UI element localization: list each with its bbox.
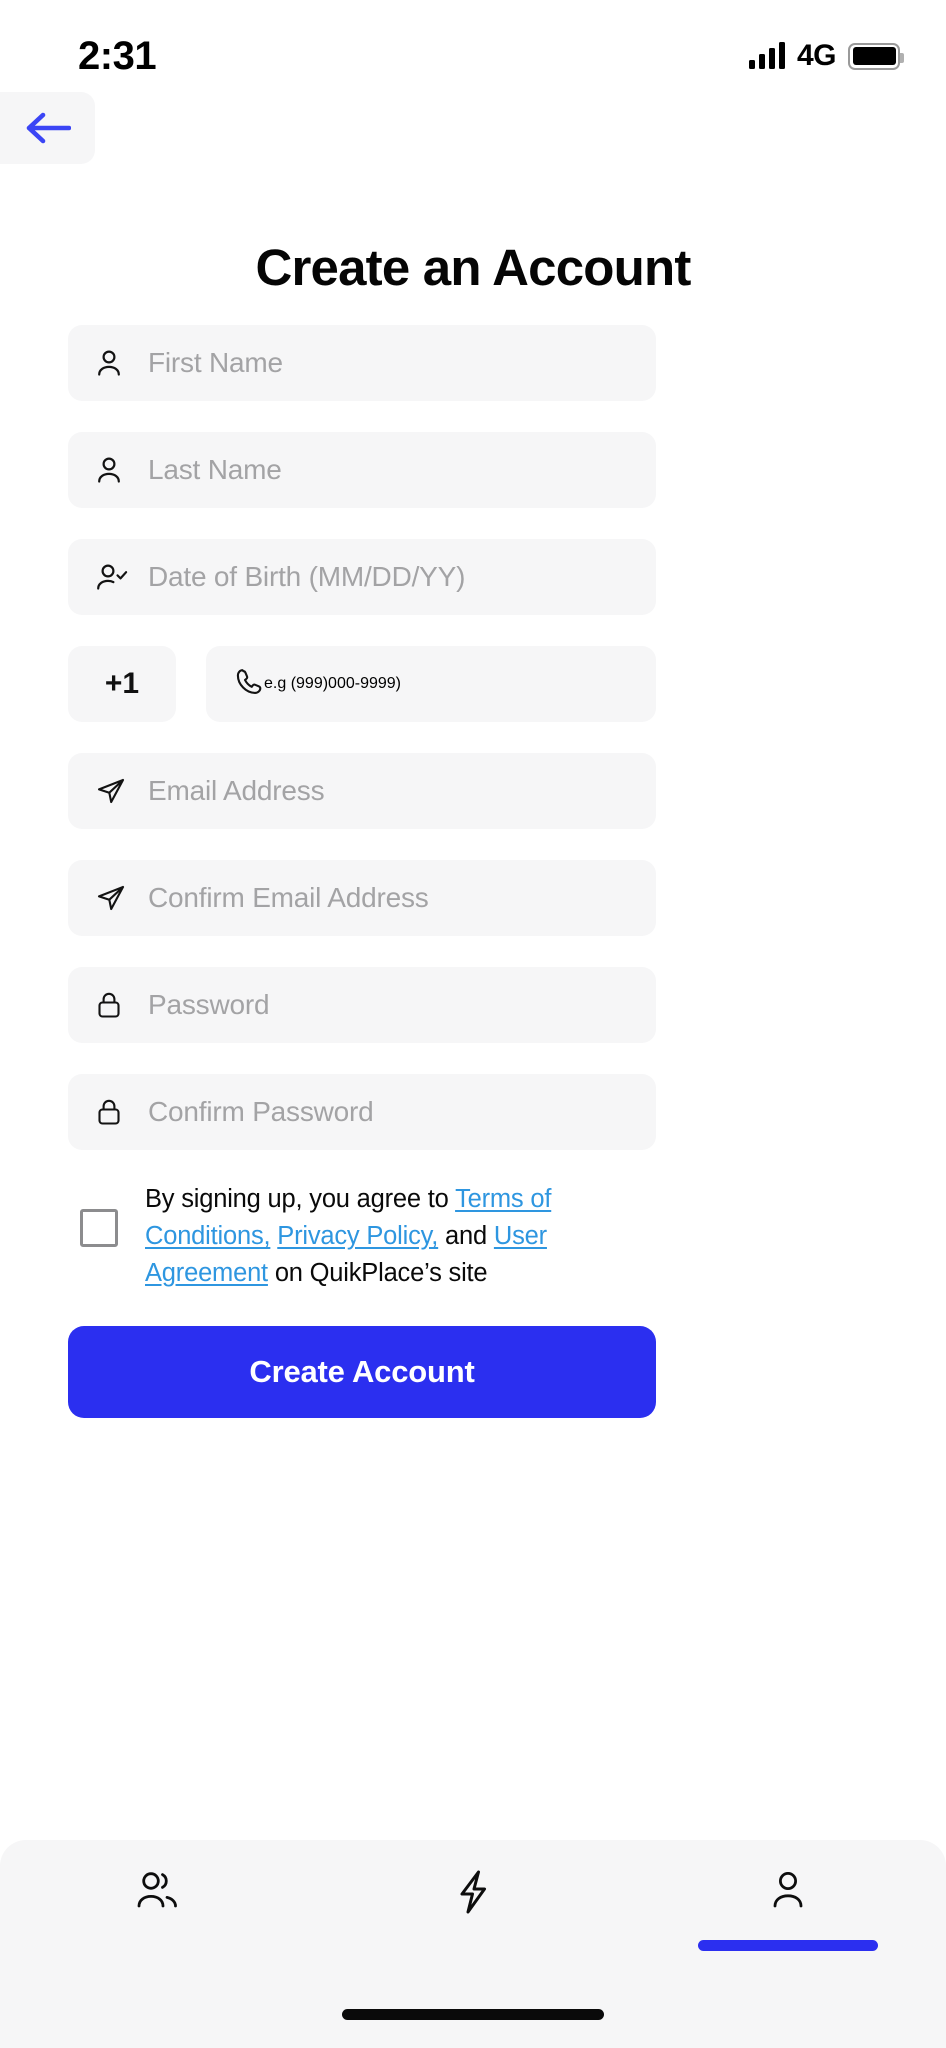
confirm-password-field[interactable]: Confirm Password — [68, 1074, 656, 1150]
email-address-field[interactable]: Email Address — [68, 753, 656, 829]
confirm-email-address-field[interactable]: Confirm Email Address — [68, 860, 656, 936]
last-name-field[interactable]: Last Name — [68, 432, 656, 508]
phone-number-field[interactable]: e.g (999)000-9999) — [206, 646, 656, 722]
phone-row: +1 e.g (999)000-9999) — [68, 646, 656, 722]
nav-people-tab[interactable] — [0, 1868, 315, 1919]
privacy-policy-link[interactable]: Privacy Policy, — [277, 1222, 438, 1250]
date-of-birth-field[interactable]: Date of Birth (MM/DD/YY) — [68, 539, 656, 615]
lightning-icon — [450, 1868, 496, 1921]
lock-icon — [96, 1097, 136, 1127]
terms-sep-2: and — [438, 1222, 494, 1250]
send-icon — [96, 776, 136, 806]
person-icon — [765, 1868, 811, 1919]
bottom-navigation-bar — [0, 1840, 946, 2048]
page-title: Create an Account — [255, 239, 691, 296]
back-button[interactable] — [0, 92, 95, 164]
signup-screen: 2:31 4G Create an Account First Name Las… — [0, 0, 946, 2048]
confirm-email-address-placeholder: Confirm Email Address — [148, 882, 429, 913]
first-name-field[interactable]: First Name — [68, 325, 656, 401]
users-icon — [131, 1868, 185, 1919]
phone-placeholder: e.g (999)000-9999) — [264, 675, 401, 692]
create-account-button[interactable]: Create Account — [68, 1326, 656, 1418]
person-icon — [96, 349, 136, 377]
terms-tail: on QuikPlace’s site — [267, 1259, 488, 1287]
status-time: 2:31 — [78, 33, 157, 78]
last-name-placeholder: Last Name — [148, 454, 282, 485]
signup-form: First Name Last Name Date of Birth (MM/D… — [68, 325, 656, 1418]
nav-active-indicator — [698, 1940, 879, 1951]
network-type-label: 4G — [796, 39, 837, 72]
first-name-placeholder: First Name — [148, 347, 283, 378]
lock-icon — [96, 990, 136, 1020]
confirm-password-placeholder: Confirm Password — [148, 1096, 374, 1127]
person-icon — [96, 456, 136, 484]
home-indicator[interactable] — [342, 2009, 604, 2020]
terms-checkbox[interactable] — [80, 1209, 118, 1247]
terms-lead: By signing up, you agree to — [145, 1185, 456, 1213]
signal-bars-icon — [748, 42, 785, 69]
terms-text: By signing up, you agree to Terms of Con… — [145, 1181, 656, 1292]
arrow-left-icon — [25, 111, 71, 145]
status-indicators: 4G — [748, 39, 904, 73]
battery-full-icon — [848, 42, 904, 70]
password-field[interactable]: Password — [68, 967, 656, 1043]
send-icon — [96, 883, 136, 913]
terms-agreement-row: By signing up, you agree to Terms of Con… — [68, 1181, 656, 1292]
country-code-selector[interactable]: +1 — [68, 646, 176, 722]
email-address-placeholder: Email Address — [148, 775, 325, 806]
phone-icon — [234, 667, 264, 702]
nav-flash-tab[interactable] — [315, 1868, 630, 1921]
date-of-birth-placeholder: Date of Birth (MM/DD/YY) — [148, 561, 466, 592]
status-bar: 2:31 4G — [0, 0, 946, 92]
person-check-icon — [96, 563, 136, 591]
password-placeholder: Password — [148, 989, 270, 1020]
nav-profile-tab[interactable] — [631, 1868, 946, 1951]
